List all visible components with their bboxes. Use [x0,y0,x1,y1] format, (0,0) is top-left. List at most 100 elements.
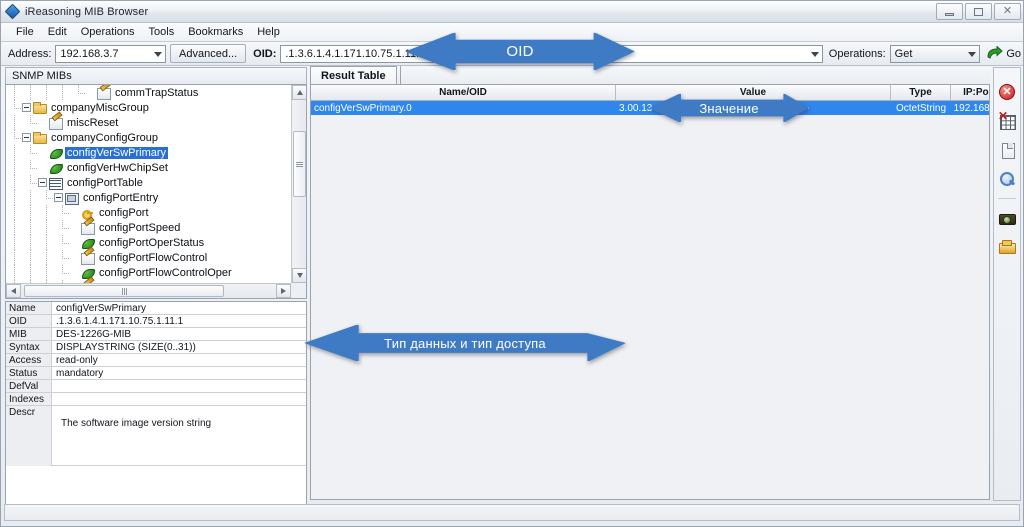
entry-icon [65,191,79,205]
tree-node-label: configVerSwPrimary [65,146,169,159]
tree-guide [22,250,38,265]
tree-node-configVerHwChipSet[interactable]: configVerHwChipSet [6,160,291,175]
tree-vscroll-thumb[interactable] [293,131,306,197]
tree-node-configVerSwPrimary[interactable]: configVerSwPrimary [6,145,291,160]
clear-table-icon[interactable] [997,109,1017,131]
address-input[interactable]: 192.168.3.7 [55,44,167,63]
mib-tree[interactable]: commTrapStatus companyMiscGroup miscReset c… [5,84,307,299]
close-icon[interactable]: ✕ [994,3,1021,20]
tree-node-label: commTrapStatus [115,86,199,99]
scroll-left-icon[interactable] [6,284,21,298]
property-row: Name configVerSwPrimary [6,302,306,315]
menu-item-bookmarks[interactable]: Bookmarks [181,24,250,40]
tree-guide [38,235,54,250]
chevron-down-icon[interactable] [968,51,977,57]
operations-value: Get [894,47,913,60]
pen-icon [81,221,95,235]
tree-node-companyMiscGroup[interactable]: companyMiscGroup [6,100,291,115]
delete-result-icon[interactable]: ✕ [997,82,1017,102]
property-value: .1.3.6.1.4.1.171.10.75.1.11.1 [52,315,306,327]
property-row: Descr The software image version string [6,406,306,466]
tree-guide [6,115,22,130]
tree-guide [6,190,22,205]
go-button[interactable]: Go [986,46,1021,61]
chevron-down-icon[interactable] [154,51,163,57]
tree-guide [22,85,38,100]
advanced-button[interactable]: Advanced... [170,44,247,63]
operations-select[interactable]: Get [889,44,981,63]
scroll-corner [291,283,306,298]
magnifier-icon[interactable] [997,169,1017,189]
menu-item-help[interactable]: Help [250,24,287,40]
tab-result-table[interactable]: Result Table [310,66,397,84]
scroll-down-icon[interactable] [292,268,306,283]
tree-guide [54,265,70,280]
tree-guide [6,130,22,145]
cell-type: OctetString [895,102,947,114]
tree-guide [6,100,22,115]
property-key: DefVal [6,380,52,392]
property-key: OID [6,315,52,327]
menu-item-operations[interactable]: Operations [74,24,142,40]
minimize-icon[interactable] [936,3,963,20]
tree-node-label: configPortFlowControlOper [99,266,232,279]
pen-icon [81,251,95,265]
tree-node-label: configPortTable [67,176,143,189]
tree-guide [54,250,70,265]
oid-label: OID: [253,47,277,60]
menu-item-file[interactable]: File [9,24,41,40]
tree-guide [6,250,22,265]
tree-node-configPortFlowControlOper[interactable]: configPortFlowControlOper [6,265,291,280]
tree-node-configPort[interactable]: configPort [6,205,291,220]
collapse-icon[interactable] [22,133,31,142]
camera-icon[interactable] [997,208,1017,228]
property-key: Indexes [6,393,52,405]
tree-guide [54,85,70,100]
tree-horizontal-scrollbar[interactable] [6,283,291,298]
chevron-down-icon[interactable] [810,51,819,57]
tree-hscroll-thumb[interactable] [24,285,224,297]
property-row: Access read-only [6,354,306,367]
tree-guide [6,160,22,175]
tree-node-configPortFlowControl[interactable]: configPortFlowControl [6,250,291,265]
column-header-name-oid[interactable]: Name/OID [311,85,616,101]
maximize-icon[interactable] [965,3,992,20]
property-value: DISPLAYSTRING (SIZE(0..31)) [52,341,306,353]
tree-node-label: companyConfigGroup [51,131,159,144]
go-label: Go [1006,47,1021,60]
operations-label: Operations: [828,47,886,60]
property-value: mandatory [52,367,306,379]
tree-node-configPortEntry[interactable]: configPortEntry [6,190,291,205]
result-table[interactable]: Name/OIDValueTypeIP:Port configVerSwPrim… [310,85,990,500]
property-key: Name [6,302,52,314]
collapse-icon[interactable] [38,178,47,187]
diamond-logo-icon [4,3,21,19]
tree-node-miscReset[interactable]: miscReset [6,115,291,130]
property-key: Status [6,367,52,379]
mib-properties-grid: Name configVerSwPrimary OID .1.3.6.1.4.1.17… [5,301,307,510]
tree-guide [38,220,54,235]
tree-guide [38,205,54,220]
tree-node-configPortTable[interactable]: configPortTable [6,175,291,190]
result-panel: Result Table Name/OIDValueTypeIP:Port co… [310,66,990,501]
tree-node-commTrapStatus[interactable]: commTrapStatus [6,85,291,100]
tree-node-configPortSpeed[interactable]: configPortSpeed [6,220,291,235]
collapse-icon[interactable] [54,193,63,202]
window-controls: ✕ [936,3,1021,20]
tree-guide [22,175,38,190]
column-header-ip-port[interactable]: IP:Port [951,85,989,101]
column-header-type[interactable]: Type [891,85,951,101]
new-document-icon[interactable] [997,140,1017,160]
collapse-icon[interactable] [22,103,31,112]
tree-vertical-scrollbar[interactable] [291,85,306,283]
menu-item-edit[interactable]: Edit [41,24,74,40]
open-folder-icon[interactable] [997,237,1017,257]
tree-guide [70,85,86,100]
menu-item-tools[interactable]: Tools [142,24,182,40]
scroll-up-icon[interactable] [292,85,306,100]
annotation-arrow-oid: OID [405,32,635,71]
tree-node-companyConfigGroup[interactable]: companyConfigGroup [6,130,291,145]
tree-guide [22,160,38,175]
tree-node-configPortOperStatus[interactable]: configPortOperStatus [6,235,291,250]
scroll-right-icon[interactable] [276,284,291,298]
